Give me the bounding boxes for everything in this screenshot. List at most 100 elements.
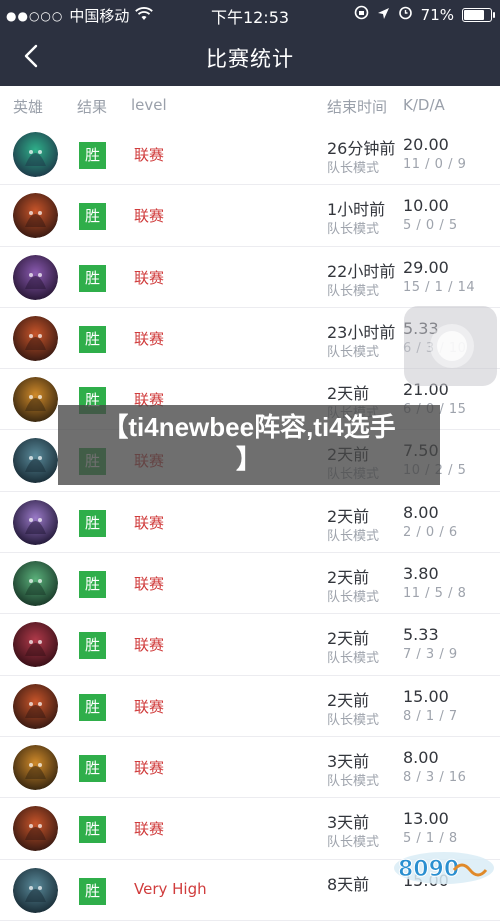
match-mode: 队长模式 [327,161,380,176]
match-kda: 5.33 [403,625,439,645]
hero-avatar [13,622,58,668]
match-end-time: 3天前 [327,751,370,771]
match-row[interactable]: 胜 联赛 2天前队长模式 5.33 7 / 3 / 9 [0,614,500,676]
status-bar: ●●○○○ 中国移动 下午12:53 71% [0,0,500,28]
column-header-kda: K/D/A [403,96,445,114]
result-badge: 胜 [79,509,106,537]
match-end-time: 3天前 [327,813,370,833]
match-kda: 29.00 [403,257,449,277]
match-kda-detail: 8 / 1 / 7 [403,708,458,724]
match-level: 联赛 [134,697,165,716]
match-kda: 13.00 [403,809,449,829]
match-mode: 队长模式 [327,283,380,299]
column-header-hero: 英雄 [13,98,44,116]
match-kda-detail: 11 / 5 / 8 [403,586,467,602]
match-list: 胜联赛 26分钟前 队长模式 20.00 11 / 0 / 9 胜联赛 1小时前 队长模式 10… [0,124,500,921]
match-end-time: 2天前 [327,629,370,649]
match-level: 联赛 [134,146,165,164]
alarm-icon [398,5,413,24]
svg-text:8090: 8090 [398,857,459,882]
hero-avatar [13,683,58,729]
result-badge: 胜 [79,816,106,844]
hero-avatar [13,499,58,545]
column-header-end-time: 结束时间 [327,98,388,116]
match-row[interactable]: 胜 联赛 22小时前队长模式 29.00 15 / 1 / 14 [0,246,500,308]
match-kda-detail: 11 / 0 / 9 [403,157,467,172]
match-kda: 8.00 [403,502,439,522]
rotation-lock-icon [354,5,369,24]
match-level: 联赛 [134,329,165,348]
match-kda: 3.80 [403,564,439,584]
match-row[interactable]: 胜 联赛 3天前队长模式 8.00 8 / 3 / 16 [0,736,500,799]
column-header-level: level [131,96,167,114]
match-row[interactable]: 胜 联赛 2天前队长模式 3.80 11 / 5 / 8 [0,553,500,615]
match-level: 联赛 [134,513,165,532]
match-kda-detail: 8 / 3 / 16 [403,769,467,785]
match-mode: 队长模式 [327,344,380,360]
hero-avatar [13,377,58,423]
hero-avatar [13,438,58,484]
match-row[interactable]: 胜 联赛 1小时前 队长模式 10.00 5 / 0 / 5 [0,185,500,247]
match-level: 联赛 [134,575,165,594]
match-end-time: 2天前 [327,690,370,710]
match-level: 联赛 [134,636,165,655]
hero-avatar [13,315,58,361]
match-kda: 8.00 [403,747,439,767]
match-end-time: 22小时前 [327,261,396,281]
match-end-time: 26分钟前 [327,139,396,158]
assistive-touch-button[interactable] [404,306,497,386]
location-icon [377,6,390,24]
match-level: 联赛 [134,268,165,287]
match-mode: 队长模式 [327,712,380,728]
match-mode: 队长模式 [327,651,380,667]
match-kda-detail: 5 / 0 / 5 [403,218,458,234]
result-badge: 胜 [79,203,106,231]
match-mode: 队长模式 [327,590,380,606]
column-header-result: 结果 [77,98,108,116]
match-mode: 队长模式 [327,773,380,789]
overlay-caption: 【ti4newbee阵容,ti4选手 】 [58,405,440,485]
hero-avatar [13,561,58,607]
watermark-logo: 8090 [392,846,496,886]
match-end-time: 2天前 [327,506,370,526]
match-level: 联赛 [134,820,165,839]
hero-avatar [13,193,58,239]
result-badge: 胜 [79,325,106,353]
overlay-caption-line1: 【ti4newbee阵容,ti4选手 [102,412,396,442]
battery-icon [462,7,495,22]
match-row[interactable]: 胜 联赛 26分钟前队长模式 20.00 11 / 0 / 9 [0,124,500,186]
match-kda: 20.00 [403,135,449,154]
match-kda: 15.00 [403,686,449,706]
match-kda: 10.00 [403,196,449,216]
result-badge: 胜 [79,632,106,660]
result-badge: 胜 [79,693,106,721]
match-mode: 队长模式 [327,528,380,544]
match-row[interactable]: 胜 联赛 2天前队长模式 8.00 2 / 0 / 6 [0,491,500,554]
navigation-bar: 比赛统计 [0,28,500,86]
match-row[interactable]: 胜 联赛 2天前队长模式 15.00 8 / 1 / 7 [0,675,500,737]
result-badge: 胜 [79,877,106,905]
hero-avatar [13,806,58,852]
column-header-row: 英雄 结果 level 结束时间 K/D/A [0,86,500,125]
overlay-caption-line2: 】 [235,444,262,474]
result-badge: 胜 [79,571,106,599]
result-badge: 胜 [79,754,106,782]
match-mode: 队长模式 [327,835,380,851]
match-kda-detail: 5 / 1 / 8 [403,831,458,847]
result-badge: 胜 [79,264,106,292]
page-title: 比赛统计 [206,47,294,71]
match-end-time: 23小时前 [327,322,396,342]
match-level: 联赛 [134,207,165,226]
match-kda-detail: 15 / 1 / 14 [403,279,476,295]
match-mode: 队长模式 [327,222,380,238]
match-end-time: 8天前 [327,874,370,894]
match-end-time: 2天前 [327,384,370,404]
match-end-time: 2天前 [327,568,370,588]
result-badge: 胜 [79,142,106,169]
hero-avatar [13,254,58,300]
match-level: 联赛 [134,758,165,777]
hero-avatar [13,867,58,913]
battery-percent: 71% [420,5,454,24]
match-kda-detail: 2 / 0 / 6 [403,524,458,540]
match-kda-detail: 7 / 3 / 9 [403,647,458,663]
